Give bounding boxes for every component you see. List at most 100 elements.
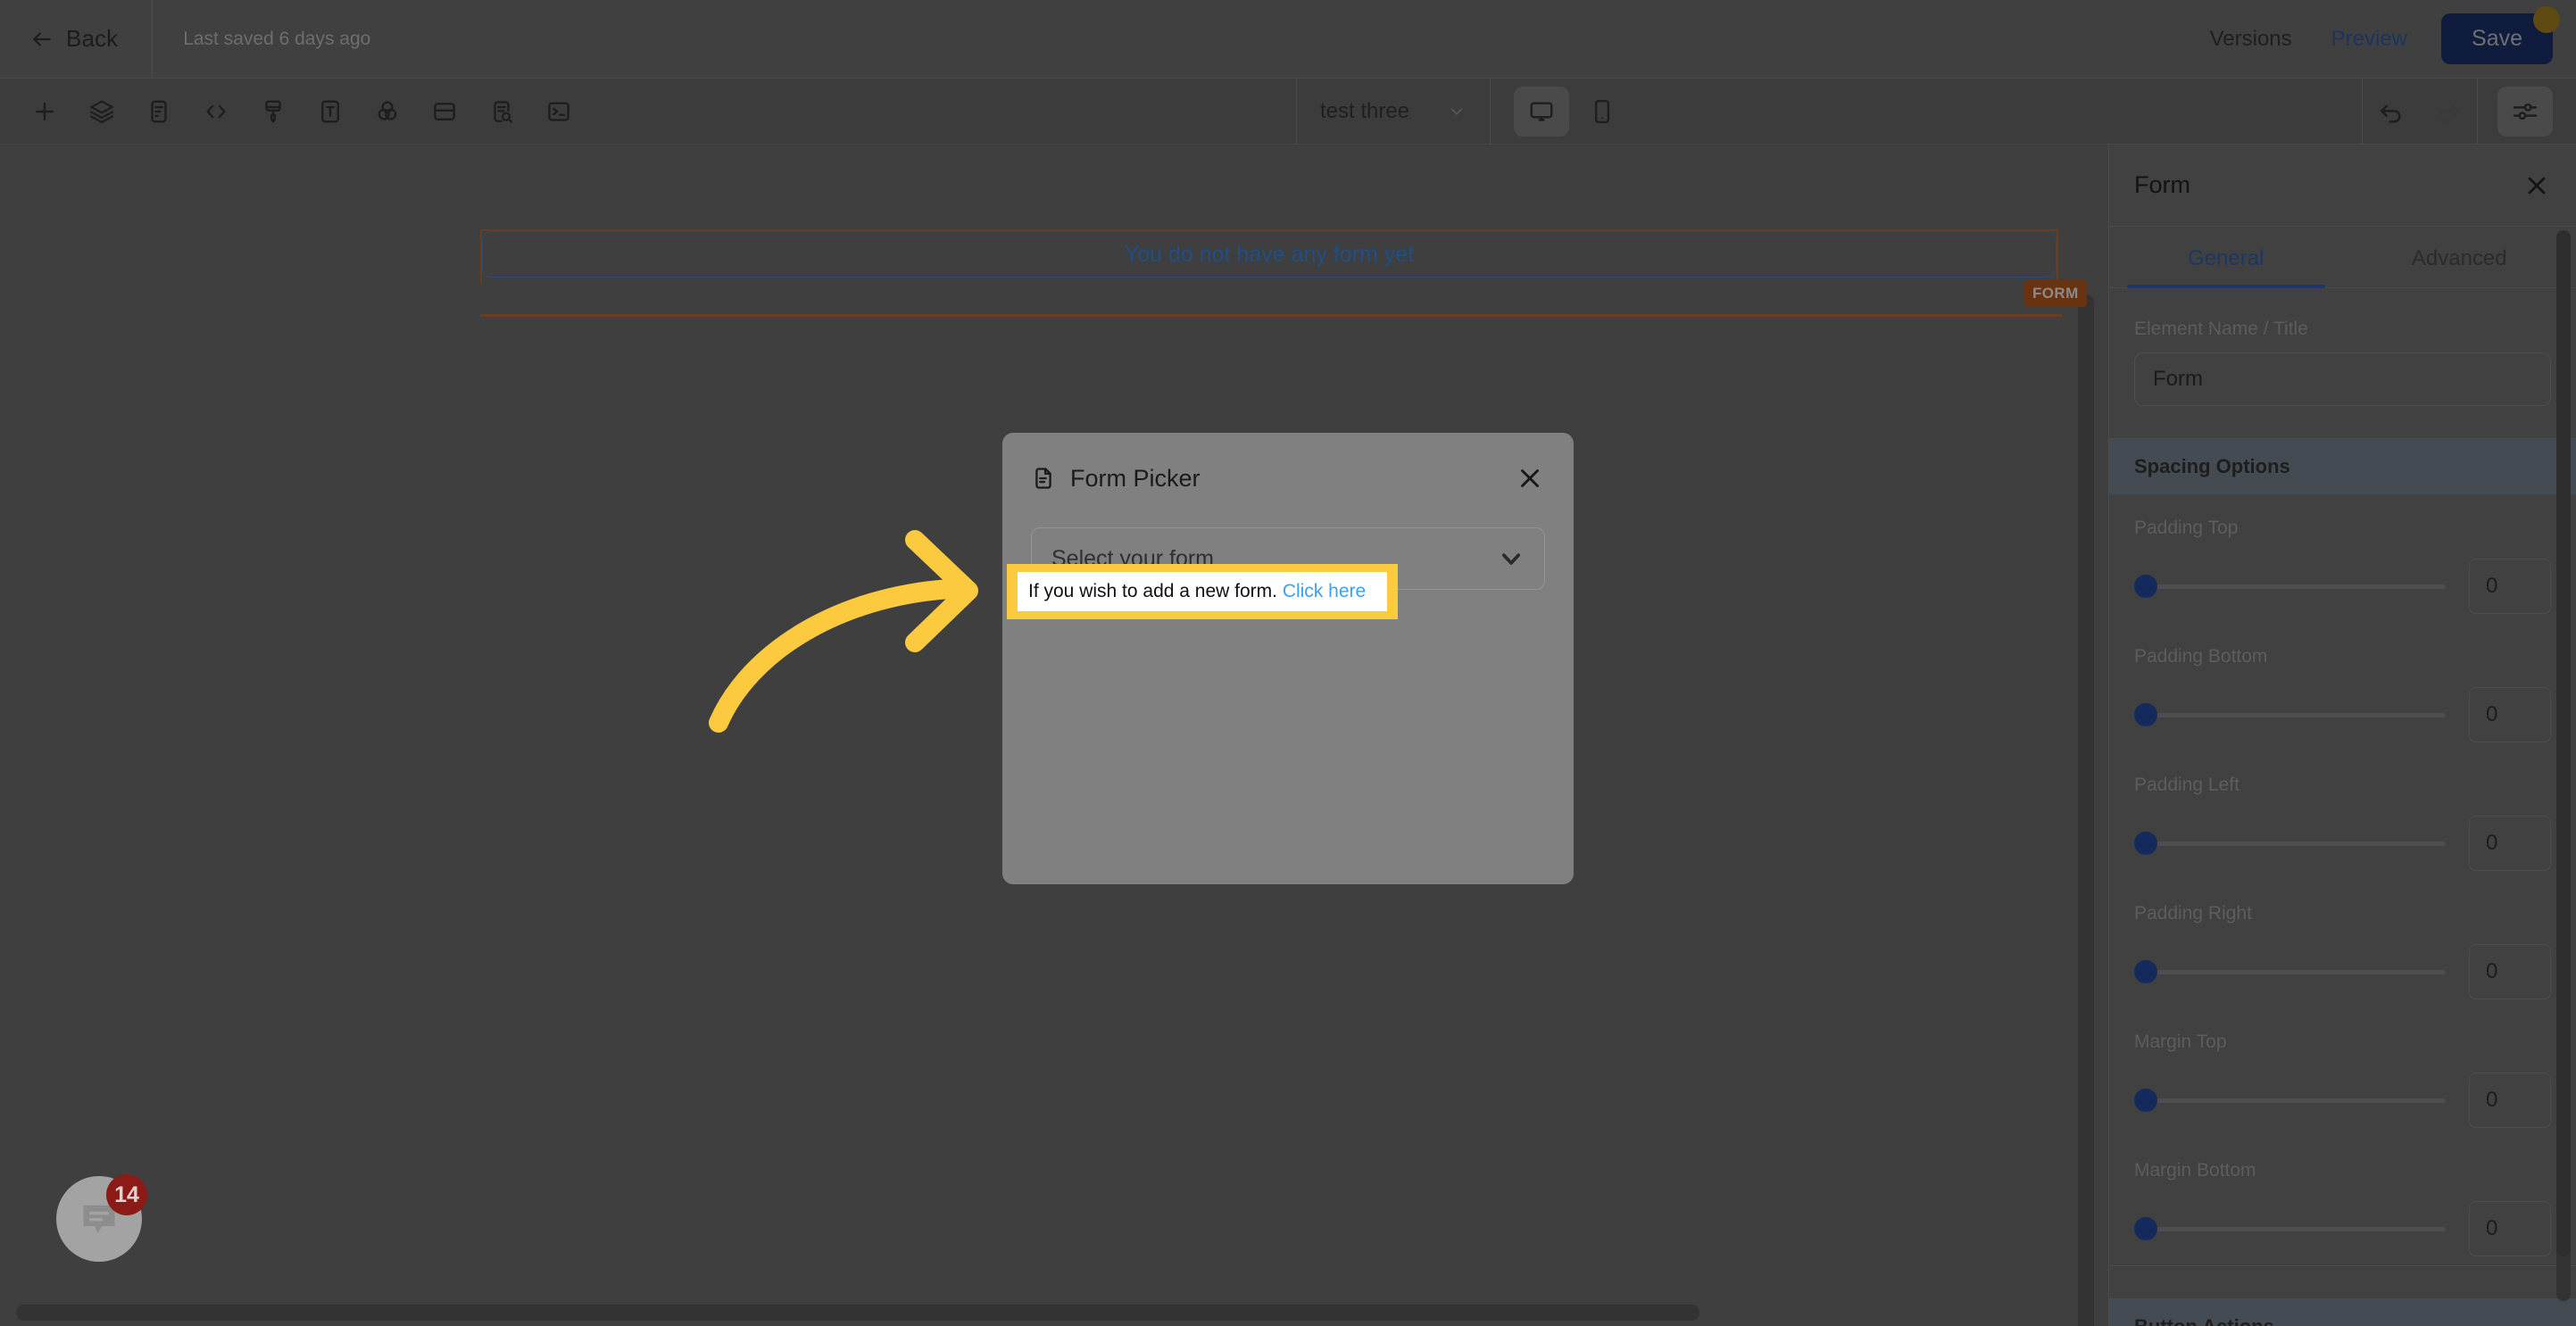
close-icon[interactable]: [1515, 463, 1545, 493]
element-name-input[interactable]: Form: [2134, 352, 2551, 406]
margin-top-value[interactable]: 0: [2469, 1073, 2551, 1128]
padding-left-row: Padding Left 0: [2109, 751, 2576, 880]
layers-icon-button[interactable]: [73, 87, 130, 137]
container-icon-button[interactable]: [416, 87, 473, 137]
tab-general[interactable]: General: [2109, 227, 2343, 288]
add-new-form-text: If you wish to add a new form. Click her…: [1018, 572, 1387, 611]
terminal-icon-button[interactable]: [530, 87, 587, 137]
padding-top-label: Padding Top: [2134, 518, 2239, 538]
padding-top-row: Padding Top 0: [2109, 494, 2576, 623]
seo-icon: [494, 100, 512, 122]
panel-scrollbar-thumb[interactable]: [2556, 230, 2571, 1256]
page-icon-button[interactable]: [130, 87, 187, 137]
form-picker-modal: Form Picker Select your form: [1002, 433, 1574, 884]
undo-icon: [2381, 104, 2401, 123]
slider-thumb[interactable]: [2134, 1217, 2157, 1240]
padding-right-control: 0: [2134, 944, 2551, 999]
slider-thumb[interactable]: [2134, 960, 2157, 983]
panel-body: Element Name / Title Form Spacing Option…: [2109, 288, 2576, 1326]
document-icon: [1035, 468, 1051, 489]
padding-left-value[interactable]: 0: [2469, 816, 2551, 871]
canvas-horizontal-scrollbar[interactable]: [16, 1305, 1699, 1321]
element-type-badge: FORM: [2024, 280, 2087, 307]
code-icon-button[interactable]: [187, 87, 245, 137]
button-actions-title: Button Actions: [2109, 1299, 2576, 1326]
padding-bottom-control: 0: [2134, 687, 2551, 742]
margin-bottom-row: Margin Bottom 0: [2109, 1137, 2576, 1265]
properties-panel: Form General Advanced Element Name / Tit…: [2108, 145, 2576, 1326]
padding-left-label: Padding Left: [2134, 775, 2239, 795]
padding-right-label: Padding Right: [2134, 903, 2252, 924]
margin-bottom-label: Margin Bottom: [2134, 1160, 2256, 1181]
versions-button[interactable]: Versions: [2190, 18, 2312, 61]
container-icon: [434, 102, 455, 120]
chevron-down-icon: [1450, 108, 1463, 115]
add-icon: [36, 102, 54, 120]
padding-top-slider[interactable]: [2134, 575, 2446, 598]
text-icon: [321, 100, 339, 122]
padding-right-slider[interactable]: [2134, 960, 2446, 983]
padding-bottom-value[interactable]: 0: [2469, 687, 2551, 742]
layers-icon: [89, 100, 114, 123]
app-root: Back Last saved 6 days ago Versions Prev…: [0, 0, 2576, 1326]
callout-label: If you wish to add a new form.: [1028, 581, 1277, 601]
divider: [2477, 79, 2478, 145]
margin-bottom-control: 0: [2134, 1201, 2551, 1256]
brush-icon: [265, 100, 281, 122]
palette-icon: [378, 100, 397, 120]
slider-thumb[interactable]: [2134, 703, 2157, 726]
sliders-icon: [2513, 103, 2538, 120]
editor-toolbar: test three: [0, 79, 2576, 145]
canvas-vertical-scrollbar[interactable]: [2078, 294, 2094, 1326]
spacing-options-title: Spacing Options: [2109, 439, 2576, 494]
seo-icon-button[interactable]: [473, 87, 530, 137]
padding-right-value[interactable]: 0: [2469, 944, 2551, 999]
mobile-view-button[interactable]: [1575, 87, 1630, 137]
panel-scrollbar[interactable]: [2556, 230, 2571, 1301]
toolbar-right: [2362, 79, 2576, 145]
brush-icon-button[interactable]: [245, 87, 302, 137]
tab-advanced[interactable]: Advanced: [2343, 227, 2576, 287]
toolbar-center: test three: [1296, 79, 1630, 145]
back-button[interactable]: Back: [21, 20, 127, 58]
padding-top-value[interactable]: 0: [2469, 559, 2551, 614]
page-selector-label: test three: [1320, 99, 1410, 123]
close-icon[interactable]: [2522, 171, 2551, 200]
padding-left-control: 0: [2134, 816, 2551, 871]
padding-left-slider[interactable]: [2134, 832, 2446, 855]
page-selector[interactable]: test three: [1297, 79, 1490, 145]
panel-settings-button[interactable]: [2497, 87, 2553, 137]
unsaved-changes-dot: [2533, 6, 2560, 33]
save-button-wrap: Save: [2441, 6, 2560, 64]
padding-bottom-row: Padding Bottom 0: [2109, 623, 2576, 751]
code-icon: [206, 104, 226, 118]
desktop-view-button[interactable]: [1514, 87, 1570, 137]
margin-top-slider[interactable]: [2134, 1089, 2446, 1112]
button-actions-section: Button Actions Redirect action Use actio…: [2109, 1298, 2576, 1326]
top-bar-actions: Versions Preview Save: [2190, 6, 2576, 64]
spacing-options-section: Spacing Options Padding Top 0 Padding Bo…: [2109, 438, 2576, 1266]
form-empty-message: You do not have any form yet: [1124, 241, 1415, 267]
slider-thumb[interactable]: [2134, 575, 2157, 598]
chat-widget: 14: [56, 1174, 147, 1262]
add-icon-button[interactable]: [16, 87, 73, 137]
canvas-form-inner[interactable]: You do not have any form yet: [482, 231, 2057, 278]
margin-bottom-value[interactable]: 0: [2469, 1201, 2551, 1256]
text-icon-button[interactable]: [302, 87, 359, 137]
chevron-down-icon: [1502, 553, 1520, 565]
padding-bottom-slider[interactable]: [2134, 703, 2446, 726]
slider-thumb[interactable]: [2134, 832, 2157, 855]
margin-bottom-slider[interactable]: [2134, 1217, 2446, 1240]
divider: [152, 0, 154, 79]
terminal-icon: [548, 101, 569, 121]
redo-button[interactable]: [2420, 87, 2477, 137]
slider-thumb[interactable]: [2134, 1089, 2157, 1112]
padding-bottom-label: Padding Bottom: [2134, 646, 2268, 667]
preview-button[interactable]: Preview: [2312, 18, 2427, 61]
redo-icon: [2439, 104, 2459, 123]
undo-button[interactable]: [2363, 87, 2420, 137]
click-here-link[interactable]: Click here: [1283, 581, 1366, 601]
margin-top-label: Margin Top: [2134, 1032, 2227, 1052]
toolbar-icon-group: [0, 87, 587, 137]
palette-icon-button[interactable]: [359, 87, 416, 137]
